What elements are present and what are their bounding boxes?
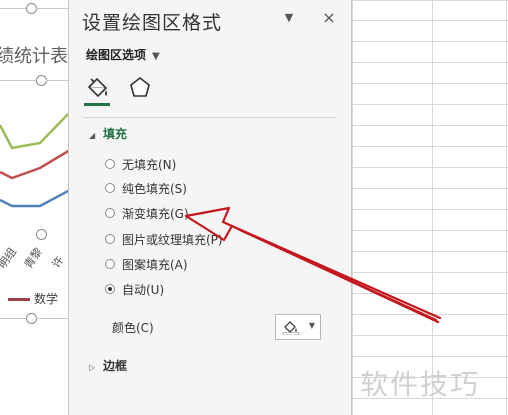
paint-bucket-icon <box>282 321 300 335</box>
collapsed-triangle-icon: ▷ <box>89 363 96 372</box>
radio-label: 自动(U) <box>122 282 165 297</box>
radio-gradient-fill[interactable]: 渐变填充(G) <box>105 204 189 222</box>
series-line-green <box>0 111 70 150</box>
tab-fill-line-paint-bucket-icon[interactable] <box>83 74 113 104</box>
radio-label: 纯色填充(S) <box>122 181 187 196</box>
color-label: 颜色(C) <box>112 321 154 335</box>
format-plot-area-pane: 设置绘图区格式 ▼ × 绘图区选项 ▼ ◢ 填充 无填充(N) 纯色填充(S) 渐变… <box>68 0 352 415</box>
series-line-red <box>0 148 70 180</box>
triangle-down-icon: ▼ <box>284 11 294 24</box>
close-icon: × <box>322 8 336 27</box>
plot-area[interactable] <box>0 0 70 415</box>
radio-button-checked[interactable] <box>105 284 115 294</box>
radio-pattern-fill[interactable]: 图案填充(A) <box>105 255 188 273</box>
legend-line-icon <box>8 298 30 301</box>
expanded-triangle-icon: ◢ <box>89 131 96 140</box>
radio-no-fill[interactable]: 无填充(N) <box>105 155 176 173</box>
radio-label: 无填充(N) <box>122 157 177 172</box>
radio-solid-fill[interactable]: 纯色填充(S) <box>105 179 187 197</box>
radio-label: 图案填充(A) <box>122 257 188 272</box>
plot-area-handle[interactable] <box>36 229 47 240</box>
border-section-header[interactable]: ▷ 边框 <box>89 357 127 374</box>
plot-area-options-dropdown[interactable]: 绘图区选项 ▼ <box>86 46 160 63</box>
radio-button[interactable] <box>105 183 115 193</box>
border-section-label: 边框 <box>103 359 128 373</box>
radio-button[interactable] <box>105 259 115 269</box>
active-tab-indicator <box>84 103 110 106</box>
radio-button[interactable] <box>105 234 115 244</box>
fill-section-header[interactable]: ◢ 填充 <box>89 125 127 142</box>
legend-label: 数学 <box>34 292 59 306</box>
chevron-down-icon: ▼ <box>308 321 315 330</box>
tab-effects-pentagon-icon[interactable] <box>125 74 155 104</box>
divider <box>83 117 337 118</box>
fill-section-label: 填充 <box>103 127 128 141</box>
chevron-down-icon: ▼ <box>152 51 160 62</box>
pane-close-button[interactable]: × <box>320 8 338 28</box>
series-line-blue <box>0 188 70 208</box>
radio-label: 渐变填充(G) <box>122 206 189 221</box>
options-dropdown-label: 绘图区选项 <box>86 48 147 62</box>
fill-color-picker-button[interactable]: ▼ <box>275 314 321 340</box>
radio-picture-texture-fill[interactable]: 图片或纹理填充(P) <box>105 230 223 248</box>
radio-button[interactable] <box>105 159 115 169</box>
radio-automatic[interactable]: 自动(U) <box>105 280 164 298</box>
radio-label: 图片或纹理填充(P) <box>122 232 223 247</box>
pane-title: 设置绘图区格式 <box>82 12 223 34</box>
radio-button[interactable] <box>105 208 115 218</box>
watermark-text: 软件技巧 <box>360 368 481 401</box>
pane-options-menu-button[interactable]: ▼ <box>281 9 297 27</box>
chart-area[interactable]: 绩统计表 明组 青黎 许 数学 <box>0 0 70 415</box>
